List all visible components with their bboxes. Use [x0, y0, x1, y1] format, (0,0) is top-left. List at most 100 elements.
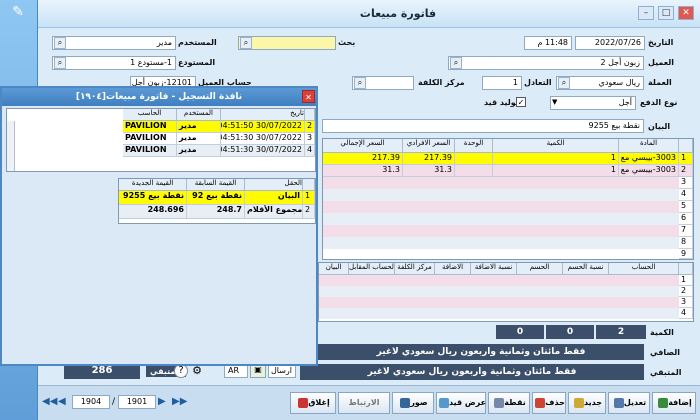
col-statement[interactable]: البيان — [319, 263, 349, 275]
send-icon[interactable]: ▣ — [250, 364, 266, 378]
col-qty[interactable]: الكمية — [493, 139, 619, 153]
cell-item[interactable]: 3003-بيبسي مع الماء — [619, 153, 679, 165]
cell-old-value[interactable]: 248.7 — [187, 205, 245, 219]
table-row[interactable] — [323, 177, 679, 189]
col-discount[interactable]: الحسم — [517, 263, 563, 275]
table-row[interactable] — [319, 297, 679, 308]
cell-field[interactable]: البيان — [245, 191, 303, 205]
cell-unit[interactable] — [455, 165, 493, 177]
cost-center-lookup-icon[interactable]: ⌕ — [354, 77, 366, 89]
col-discount-pct[interactable]: نسبة الحسم — [563, 263, 609, 275]
table-row[interactable] — [323, 189, 679, 201]
cell-pc[interactable]: PAVILION — [123, 145, 177, 157]
cell-date[interactable]: 30/07/2022 04:51:50 م — [221, 121, 305, 133]
table-row[interactable]: 2 30/07/2022 04:51:50 م مدير PAVILION — [123, 121, 315, 133]
send-field[interactable]: ارسال — [268, 364, 296, 378]
warehouse-lookup-icon[interactable]: ⌕ — [54, 57, 66, 69]
table-row[interactable]: 2 3003-بيبسي مع الماء 1 31.3 31.3 — [323, 165, 693, 177]
table-row[interactable]: 3 30/07/2022 04:51:30 م مدير PAVILION — [123, 133, 315, 145]
nav-back-icon[interactable]: ◀ — [58, 396, 66, 407]
nav-next-icon[interactable]: ▶▶ — [172, 396, 187, 407]
nav-prev-icon[interactable]: ▶ — [158, 396, 166, 407]
edit-button[interactable]: تعديل — [608, 392, 650, 414]
col-total[interactable]: السعر الإجمالي — [323, 139, 403, 153]
cell-user[interactable]: مدير — [177, 121, 221, 133]
language-select[interactable]: AR — [224, 364, 248, 378]
cell-old-value[interactable]: نقطة بيع 92 — [187, 191, 245, 205]
cell-new-value[interactable]: 248.696 — [119, 205, 187, 219]
copy-button[interactable]: نقطة — [488, 392, 530, 414]
col-field[interactable]: الحقل — [245, 179, 303, 191]
col-user[interactable]: المستخدم — [177, 109, 221, 121]
table-row[interactable] — [323, 201, 679, 213]
table-row[interactable]: 2 مجموع الأقلام 248.7 248.696 — [119, 205, 315, 219]
cell-unit[interactable] — [455, 153, 493, 165]
minimize-button[interactable]: – — [638, 6, 654, 20]
warehouse-field[interactable]: 1-مستودع 1 — [52, 56, 176, 70]
table-row[interactable] — [319, 286, 679, 297]
view-entry-button[interactable]: عرض قيد — [436, 392, 486, 414]
cell-total[interactable]: 217.39 — [323, 153, 403, 165]
maximize-button[interactable]: □ — [658, 6, 674, 20]
add-button[interactable]: إضافة — [652, 392, 696, 414]
table-row[interactable] — [319, 275, 679, 286]
brush-icon[interactable]: ✎ — [8, 4, 28, 24]
customer-lookup-icon[interactable]: ⌕ — [450, 57, 462, 69]
rate-field[interactable]: 1 — [482, 76, 522, 90]
currency-lookup-icon[interactable]: ⌕ — [558, 77, 570, 89]
col-item[interactable]: المادة — [619, 139, 679, 153]
table-row[interactable] — [319, 308, 679, 319]
cell-user[interactable]: مدير — [177, 133, 221, 145]
cell-field[interactable]: مجموع الأقلام — [245, 205, 303, 219]
cell-pc[interactable]: PAVILION — [123, 121, 177, 133]
user-field[interactable]: مدير — [52, 36, 176, 50]
generate-entry-checkbox[interactable]: ✓ — [516, 97, 526, 107]
page-current-field[interactable]: 1904 — [72, 395, 110, 409]
col-unit[interactable]: الوحدة — [455, 139, 493, 153]
payment-type-select[interactable]: أجل — [550, 96, 636, 110]
col-cost-center[interactable]: مركز الكلفة — [395, 263, 435, 275]
statement-field[interactable]: نقطة بيع 9255 — [322, 119, 644, 133]
delete-button[interactable]: حذف — [532, 392, 566, 414]
cell-user[interactable]: مدير — [177, 145, 221, 157]
scrollbar[interactable] — [7, 121, 15, 171]
table-row[interactable]: 1 البيان نقطة بيع 92 نقطة بيع 9255 — [119, 191, 315, 205]
close-icon[interactable]: ✕ — [302, 90, 315, 103]
cell-qty[interactable]: 1 — [493, 165, 619, 177]
page-total-field[interactable]: 1901 — [118, 395, 156, 409]
cell-date[interactable]: 30/07/2022 04:51:30 م — [221, 133, 305, 145]
time-field[interactable]: 11:48 م — [524, 36, 572, 50]
nav-first-icon[interactable]: ◀◀ — [42, 396, 57, 407]
col-account[interactable]: الحساب — [609, 263, 679, 275]
user-lookup-icon[interactable]: ⌕ — [54, 37, 66, 49]
customer-field[interactable]: زبون أجل 2 — [448, 56, 644, 70]
cell-total[interactable]: 31.3 — [323, 165, 403, 177]
col-pc[interactable]: الحاسب — [123, 109, 177, 121]
chevron-down-icon[interactable]: ▼ — [552, 98, 557, 106]
cell-item[interactable]: 3003-بيبسي مع الماء — [619, 165, 679, 177]
gear-icon[interactable]: ⚙ — [190, 364, 204, 378]
close-button[interactable]: إغلاق — [290, 392, 336, 414]
table-row[interactable]: 1 3003-بيبسي مع الماء 1 217.39 217.39 — [323, 153, 693, 165]
search-icon[interactable]: ⌕ — [240, 37, 252, 49]
col-date[interactable]: تاريخ — [221, 109, 305, 121]
link-button[interactable]: الارتباط — [338, 392, 390, 414]
col-old-value[interactable]: القيمة السابقة — [187, 179, 245, 191]
table-row[interactable]: 4 30/07/2022 04:51:30 م مدير PAVILION — [123, 145, 315, 157]
cell-date[interactable]: 30/07/2022 04:51:30 م — [221, 145, 305, 157]
table-row[interactable] — [323, 225, 679, 237]
cell-unit-price[interactable]: 217.39 — [403, 153, 455, 165]
table-row[interactable] — [323, 213, 679, 225]
cell-qty[interactable]: 1 — [493, 153, 619, 165]
col-unit-price[interactable]: السعر الافرادي — [403, 139, 455, 153]
search-input[interactable] — [238, 36, 336, 50]
close-window-button[interactable]: ✕ — [678, 6, 694, 20]
date-field[interactable]: 2022/07/26 — [575, 36, 645, 50]
table-row[interactable] — [323, 237, 679, 249]
new-button[interactable]: جديد — [568, 392, 606, 414]
col-addition-pct[interactable]: نسبة الاضافة — [471, 263, 517, 275]
cell-pc[interactable]: PAVILION — [123, 133, 177, 145]
images-button[interactable]: صور — [392, 392, 434, 414]
col-new-value[interactable]: القيمة الجديدة — [119, 179, 187, 191]
col-counter-account[interactable]: الحساب المقابل — [349, 263, 395, 275]
